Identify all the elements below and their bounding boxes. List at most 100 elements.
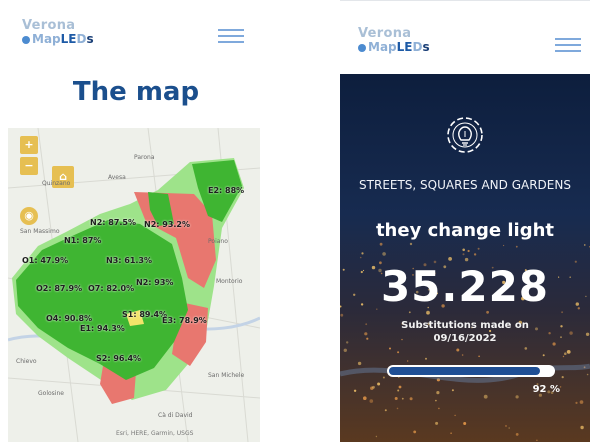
city-light <box>401 397 404 400</box>
zone-percent-label: N2: 87.5% <box>90 218 136 227</box>
district-label: Golosine <box>38 390 64 397</box>
city-light <box>561 376 564 379</box>
city-light <box>407 360 409 362</box>
city-light <box>464 257 469 262</box>
zone-percent-label: O2: 87.9% <box>36 284 83 293</box>
city-light <box>477 247 480 250</box>
zoom-out-button[interactable]: − <box>20 157 38 175</box>
city-light <box>382 376 385 379</box>
hamburger-icon[interactable] <box>218 27 244 45</box>
city-light <box>364 332 368 336</box>
zone-percent-label: O7: 82.0% <box>88 284 135 293</box>
hamburger-icon[interactable] <box>555 36 581 54</box>
city-light <box>363 396 367 401</box>
city-light <box>379 242 383 246</box>
logo-line-1: Verona <box>358 26 412 41</box>
city-light <box>389 347 391 350</box>
zone-percent-label: N2: 93% <box>136 278 174 287</box>
header-bar: Verona MapLEDs <box>340 0 590 75</box>
city-light <box>585 332 590 336</box>
counter-screen: Verona MapLEDs STREETS, SQUARES AND GARD… <box>340 0 590 442</box>
city-light <box>436 391 440 395</box>
locate-icon: ◉ <box>24 209 34 222</box>
city-light <box>515 395 519 399</box>
city-light <box>535 327 538 331</box>
district-label: Chievo <box>16 358 37 365</box>
logo-word-le: LE <box>396 40 413 54</box>
bulb-icon <box>22 36 30 44</box>
city-light <box>361 252 364 255</box>
district-label: Quinzano <box>42 180 71 187</box>
hero-banner: STREETS, SQUARES AND GARDENS they change… <box>340 74 590 442</box>
hero-heading: they change light <box>375 220 555 241</box>
city-light <box>564 352 567 356</box>
city-light <box>524 347 528 350</box>
city-light <box>552 342 556 346</box>
district-label: Poiano <box>208 238 228 245</box>
lightbulb-gear-icon <box>447 117 483 153</box>
zoom-in-button[interactable]: + <box>20 136 38 154</box>
verona-mapleds-logo[interactable]: Verona MapLEDs <box>22 19 94 45</box>
district-label: Montorio <box>216 278 243 285</box>
city-light <box>365 323 368 326</box>
zone-percent-label: S2: 96.4% <box>96 354 142 363</box>
verona-mapleds-logo[interactable]: Verona MapLEDs <box>358 27 430 53</box>
city-light <box>454 414 456 417</box>
zone-percent-label: S1: 89.4% <box>122 310 168 319</box>
map-view[interactable]: + − ⌂ ◉ Parona Quinzano Avesa Poiano Mon… <box>8 128 260 442</box>
city-light <box>560 325 563 328</box>
zone-percent-label: O4: 90.8% <box>46 314 93 323</box>
district-label: San Michele <box>208 372 245 379</box>
city-light <box>559 386 562 388</box>
city-light <box>536 439 538 441</box>
logo-line-2: MapLEDs <box>358 41 430 53</box>
zone-percent-label: N1: 87% <box>64 236 102 245</box>
city-light <box>353 389 357 392</box>
city-light <box>435 421 439 425</box>
logo-line-2: MapLEDs <box>22 33 94 45</box>
city-light <box>409 397 413 401</box>
city-light <box>435 399 437 402</box>
header-bar: Verona MapLEDs <box>0 0 272 74</box>
city-light <box>426 310 430 315</box>
city-light <box>486 310 489 314</box>
district-label: Cà di David <box>158 412 193 419</box>
city-light <box>580 425 584 430</box>
zone-percent-label: N2: 93.2% <box>144 220 190 229</box>
city-light <box>409 242 413 246</box>
city-light <box>357 361 362 366</box>
counter-caption: Substitutions made on 09/16/2022 <box>401 320 529 344</box>
city-light <box>473 253 477 256</box>
progress-bar-fill <box>389 367 540 375</box>
substitutions-counter: 35.228 <box>380 262 550 311</box>
city-light <box>456 348 460 352</box>
city-light <box>575 401 578 404</box>
city-light <box>508 427 510 429</box>
city-light <box>448 257 452 261</box>
city-light <box>462 248 465 252</box>
locate-button[interactable]: ◉ <box>20 207 38 225</box>
zone-percent-label: E2: 88% <box>208 186 245 195</box>
city-light <box>566 350 571 354</box>
progress-bar <box>387 365 555 377</box>
map-attribution: Esri, HERE, Garmin, USGS <box>116 430 194 437</box>
progress-label: 92 % <box>532 384 560 395</box>
city-light <box>340 313 344 317</box>
page-title: The map <box>72 77 200 107</box>
logo-letter-d: D <box>412 40 423 54</box>
city-light <box>451 389 454 392</box>
city-light <box>561 311 563 314</box>
city-light <box>369 399 374 403</box>
city-light <box>562 355 565 358</box>
district-label: San Massimo <box>20 228 60 235</box>
logo-letter-s: s <box>422 40 430 54</box>
zoom-in-icon: + <box>24 138 34 151</box>
zone-percent-label: O1: 47.9% <box>22 256 69 265</box>
city-light <box>377 382 381 386</box>
city-light <box>346 341 349 344</box>
city-light <box>413 430 417 434</box>
city-light <box>463 422 467 425</box>
city-light <box>515 245 518 248</box>
logo-word-map: Map <box>368 40 397 54</box>
city-light <box>467 249 470 253</box>
